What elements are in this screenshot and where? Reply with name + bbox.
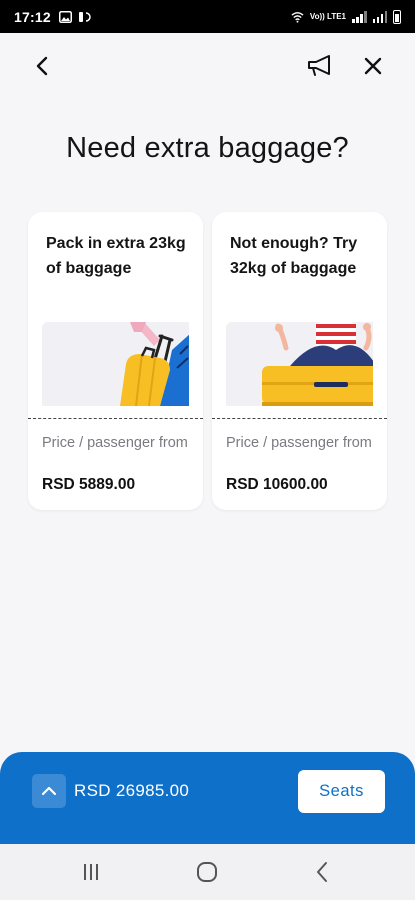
suitcase-illustration	[226, 322, 373, 406]
signal-icon-2	[372, 10, 387, 23]
baggage-option-23kg[interactable]: Pack in extra 23kg of baggage Price / pa…	[28, 212, 203, 510]
booking-summary-bar: RSD 26985.00 Seats	[0, 752, 415, 844]
back-arrow-icon	[317, 862, 327, 882]
status-time: 17:12	[14, 8, 51, 25]
back-button[interactable]	[22, 46, 62, 86]
suitcase-32kg-image	[262, 322, 373, 406]
option-price: RSD 5889.00	[42, 476, 136, 493]
card-divider	[28, 418, 203, 419]
signal-icon-1	[352, 10, 367, 23]
option-title: Pack in extra 23kg of baggage	[46, 235, 186, 277]
home-icon	[197, 862, 217, 882]
option-title: Not enough? Try 32kg of baggage	[230, 235, 358, 277]
price-label: Price / passenger from	[226, 435, 372, 451]
system-indicators: Vo)) LTE1	[291, 9, 401, 24]
chevron-left-icon	[36, 56, 48, 76]
system-navigation-bar	[0, 844, 415, 900]
top-app-bar	[0, 33, 415, 99]
recent-apps-icon	[84, 864, 98, 880]
card-divider	[212, 418, 387, 419]
sync-notification-icon	[78, 11, 91, 22]
suitcase-23kg-image	[120, 322, 189, 406]
notification-icons	[58, 10, 91, 23]
battery-icon	[393, 9, 401, 24]
expand-summary-button[interactable]	[32, 774, 66, 808]
close-button[interactable]	[353, 46, 393, 86]
announcements-button[interactable]	[300, 46, 340, 86]
suitcase-illustration	[42, 322, 189, 406]
megaphone-icon	[308, 55, 330, 76]
wifi-icon	[291, 11, 304, 23]
page-title: Need extra baggage?	[66, 132, 349, 164]
recent-apps-button[interactable]	[74, 857, 108, 887]
system-back-button[interactable]	[305, 857, 339, 887]
home-button[interactable]	[190, 857, 224, 887]
close-icon	[364, 57, 382, 75]
price-label: Price / passenger from	[42, 435, 188, 451]
seats-button[interactable]: Seats	[298, 770, 385, 813]
total-price: RSD 26985.00	[74, 781, 190, 800]
image-notification-icon	[58, 10, 72, 23]
chevron-up-icon	[41, 786, 57, 796]
network-type-label: Vo)) LTE1	[309, 11, 346, 21]
baggage-option-32kg[interactable]: Not enough? Try 32kg of baggage Price / …	[212, 212, 387, 510]
status-bar: 17:12 Vo)) LTE1	[0, 0, 415, 33]
option-price: RSD 10600.00	[226, 476, 328, 493]
